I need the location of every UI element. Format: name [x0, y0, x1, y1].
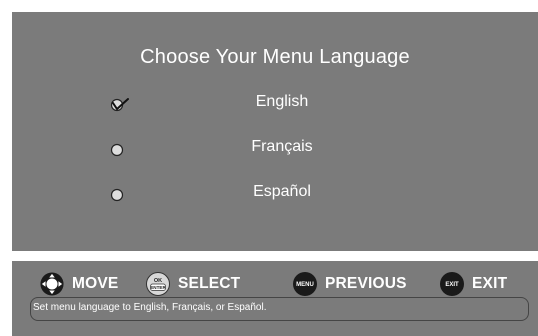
status-message: Set menu language to English, Français, …	[33, 302, 267, 313]
hint-exit-label: EXIT	[472, 275, 508, 292]
language-label: Español	[253, 183, 311, 200]
menu-icon-text: MENU	[296, 282, 314, 288]
language-option-english[interactable]: English	[12, 88, 538, 118]
radio-checked-icon[interactable]	[108, 95, 132, 113]
hint-move-label: MOVE	[72, 275, 119, 292]
hint-previous-label: PREVIOUS	[325, 275, 407, 292]
language-label: Français	[251, 138, 313, 155]
dpad-icon	[40, 272, 64, 296]
status-message-box: Set menu language to English, Français, …	[30, 297, 529, 321]
exit-icon-text: EXIT	[445, 282, 459, 288]
language-option-espanol[interactable]: Español	[12, 178, 538, 208]
hint-select: OK ENTER SELECT	[146, 272, 240, 296]
hint-move: MOVE	[40, 272, 118, 296]
hint-previous: MENU PREVIOUS	[293, 272, 407, 296]
radio-unchecked-icon[interactable]	[108, 140, 132, 158]
menu-title: Choose Your Menu Language	[140, 46, 410, 68]
hint-select-label: SELECT	[178, 275, 241, 292]
hint-exit: EXIT EXIT	[440, 272, 507, 296]
menu-button-icon: MENU	[293, 272, 317, 296]
language-menu-panel: Choose Your Menu Language English França…	[12, 12, 538, 251]
ok-enter-button-icon: OK ENTER	[146, 272, 170, 296]
radio-unchecked-icon[interactable]	[108, 185, 132, 203]
exit-button-icon: EXIT	[440, 272, 464, 296]
control-bar: MOVE OK ENTER SELECT MENU PREVIOUS EXIT …	[12, 261, 538, 336]
ok-icon-text: OK	[154, 278, 162, 284]
language-option-francais[interactable]: Français	[12, 133, 538, 163]
language-label: English	[255, 93, 309, 110]
enter-icon-text: ENTER	[150, 285, 166, 290]
